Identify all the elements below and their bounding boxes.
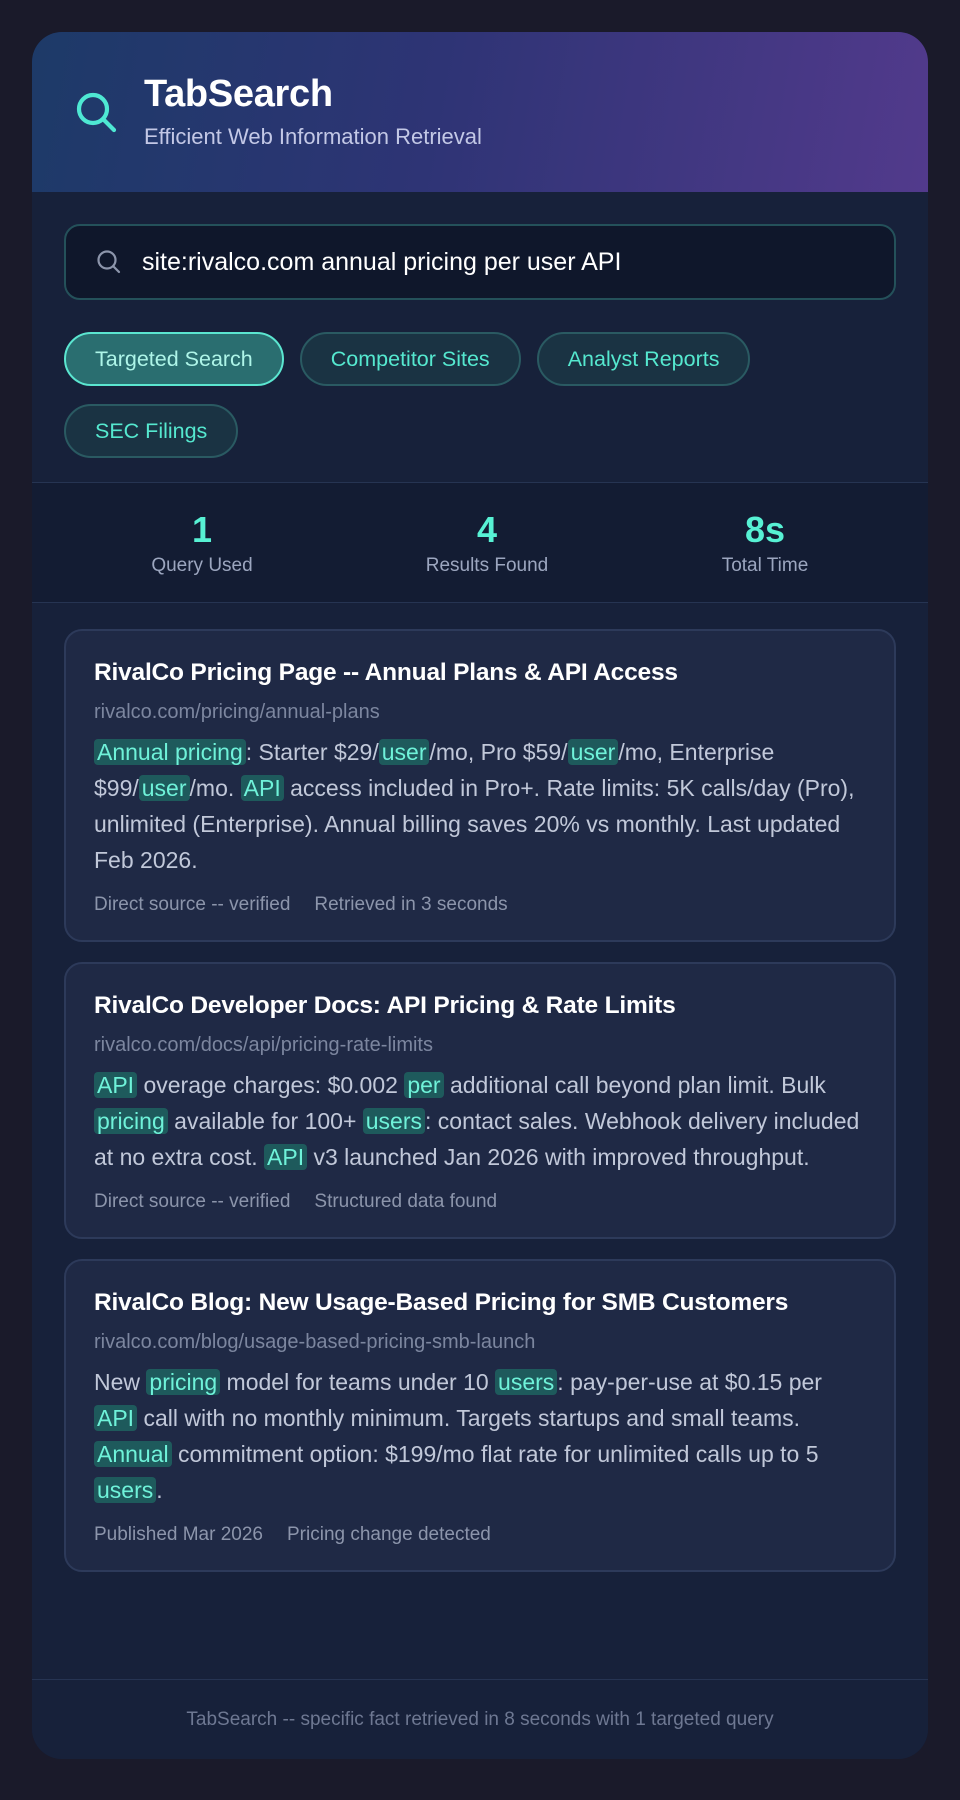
result-card[interactable]: RivalCo Blog: New Usage-Based Pricing fo… — [64, 1259, 896, 1572]
filter-chip-analyst-reports[interactable]: Analyst Reports — [536, 332, 751, 386]
app-subtitle: Efficient Web Information Retrieval — [144, 123, 482, 149]
result-meta-source: Direct source -- verified — [94, 894, 291, 915]
result-title[interactable]: RivalCo Pricing Page -- Annual Plans & A… — [94, 659, 866, 687]
stat-time: 8s Total Time — [602, 509, 928, 577]
filter-chip-sec-filings[interactable]: SEC Filings — [64, 404, 239, 458]
keyword-highlight: API — [94, 1405, 138, 1431]
snippet-text: : Starter $29/ — [245, 739, 379, 765]
stat-results: 4 Results Found — [372, 509, 602, 577]
results-list: RivalCo Pricing Page -- Annual Plans & A… — [32, 603, 928, 1598]
keyword-highlight: Annual — [94, 1441, 172, 1467]
app-title: TabSearch — [144, 73, 333, 116]
result-meta-source: Published Mar 2026 — [94, 1524, 263, 1545]
snippet-text: model for teams under 10 — [220, 1369, 496, 1395]
result-url[interactable]: rivalco.com/blog/usage-based-pricing-smb… — [94, 1331, 866, 1354]
snippet-text: . — [156, 1477, 163, 1503]
filter-chips: Targeted Search Competitor Sites Analyst… — [64, 332, 896, 458]
stats-bar: 1 Query Used 4 Results Found 8s Total Ti… — [32, 483, 928, 603]
snippet-text: call with no monthly minimum. Targets st… — [137, 1405, 801, 1431]
result-meta-source: Direct source -- verified — [94, 1191, 291, 1212]
brand: TabSearch Efficient Web Information Retr… — [144, 73, 482, 150]
snippet-text: v3 launched Jan 2026 with improved throu… — [307, 1144, 810, 1170]
footer: TabSearch -- specific fact retrieved in … — [32, 1679, 928, 1759]
app-window: TabSearch Efficient Web Information Retr… — [32, 32, 928, 1759]
result-meta-detail: Retrieved in 3 seconds — [314, 894, 508, 915]
keyword-highlight: user — [138, 775, 190, 801]
result-snippet: Annual pricing: Starter $29/user/mo, Pro… — [94, 734, 866, 878]
search-section: site:rivalco.com annual pricing per user… — [32, 192, 928, 483]
result-meta: Direct source -- verified Retrieved in 3… — [94, 894, 866, 916]
filter-chip-competitor-sites[interactable]: Competitor Sites — [299, 332, 521, 386]
keyword-highlight: API — [264, 1144, 308, 1170]
keyword-highlight: per — [404, 1072, 444, 1098]
snippet-text: overage charges: $0.002 — [137, 1072, 405, 1098]
snippet-text: New — [94, 1369, 147, 1395]
result-meta-detail: Pricing change detected — [287, 1524, 491, 1545]
search-query[interactable]: site:rivalco.com annual pricing per user… — [142, 248, 621, 277]
snippet-text: commitment option: $199/mo flat rate for… — [171, 1441, 819, 1467]
snippet-text: : pay-per-use at $0.15 per — [557, 1369, 822, 1395]
keyword-highlight: users — [495, 1369, 558, 1395]
snippet-text: additional call beyond plan limit. Bulk — [443, 1072, 826, 1098]
snippet-text: /mo. — [189, 775, 241, 801]
keyword-highlight: Annual pricing — [94, 739, 246, 765]
stat-queries: 1 Query Used — [32, 509, 372, 577]
result-meta-detail: Structured data found — [314, 1191, 498, 1212]
stat-value: 8s — [744, 508, 786, 550]
stat-value: 4 — [476, 508, 498, 550]
snippet-text: /mo, Pro $59/ — [429, 739, 568, 765]
result-meta: Direct source -- verified Structured dat… — [94, 1191, 866, 1213]
app-header: TabSearch Efficient Web Information Retr… — [32, 32, 928, 192]
result-card[interactable]: RivalCo Pricing Page -- Annual Plans & A… — [64, 629, 896, 942]
result-meta: Published Mar 2026 Pricing change detect… — [94, 1524, 866, 1546]
result-snippet: New pricing model for teams under 10 use… — [94, 1364, 866, 1508]
stat-value: 1 — [191, 508, 213, 550]
search-icon — [97, 250, 121, 274]
search-input[interactable]: site:rivalco.com annual pricing per user… — [64, 224, 896, 300]
result-url[interactable]: rivalco.com/docs/api/pricing-rate-limits — [94, 1034, 866, 1057]
footer-text: TabSearch -- specific fact retrieved in … — [186, 1708, 774, 1730]
search-icon — [76, 92, 117, 133]
keyword-highlight: pricing — [146, 1369, 221, 1395]
keyword-highlight: users — [362, 1108, 426, 1134]
stat-label: Results Found — [425, 554, 549, 576]
snippet-text: available for 100+ — [167, 1108, 363, 1134]
stat-label: Total Time — [721, 554, 809, 576]
keyword-highlight: API — [94, 1072, 138, 1098]
stat-label: Query Used — [151, 554, 253, 576]
keyword-highlight: pricing — [94, 1108, 168, 1134]
filter-chip-targeted-search[interactable]: Targeted Search — [64, 332, 284, 386]
keyword-highlight: user — [378, 739, 430, 765]
keyword-highlight: user — [567, 739, 619, 765]
keyword-highlight: API — [240, 775, 284, 801]
result-title[interactable]: RivalCo Developer Docs: API Pricing & Ra… — [94, 992, 866, 1020]
result-title[interactable]: RivalCo Blog: New Usage-Based Pricing fo… — [94, 1289, 866, 1317]
result-snippet: API overage charges: $0.002 per addition… — [94, 1067, 866, 1175]
keyword-highlight: users — [94, 1477, 157, 1503]
result-url[interactable]: rivalco.com/pricing/annual-plans — [94, 701, 866, 724]
result-card[interactable]: RivalCo Developer Docs: API Pricing & Ra… — [64, 962, 896, 1239]
